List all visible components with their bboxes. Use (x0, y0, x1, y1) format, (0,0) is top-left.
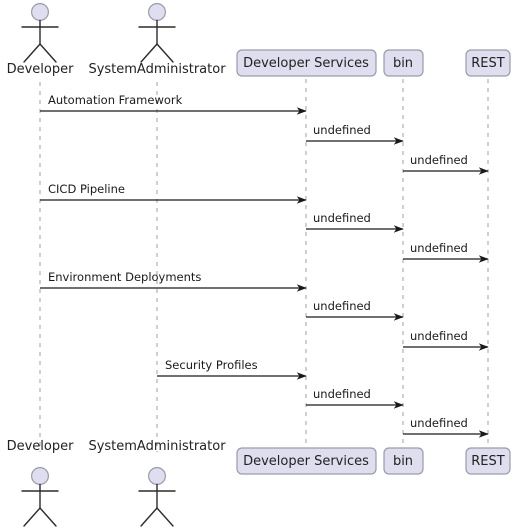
sequence-diagram-canvas: Developer Developer SystemAdministrator Sys… (7, 3, 511, 527)
actor-leg-left (140, 43, 158, 63)
actor-leg-left (140, 507, 158, 527)
actor-leg-right (156, 507, 174, 527)
message-label: Environment Deployments (48, 270, 201, 284)
participant-label-bin: bin (393, 56, 413, 71)
message-label: undefined (410, 153, 468, 167)
message-label: undefined (410, 416, 468, 430)
message-label: undefined (313, 387, 371, 401)
actor-head-icon (148, 3, 167, 21)
message-2: undefined (403, 153, 489, 175)
actor-systemadministrator-bottom: SystemAdministrator (88, 439, 226, 527)
participants-layer: Developer Developer SystemAdministrator Sys… (7, 3, 511, 527)
message-1: undefined (306, 123, 404, 145)
actor-developer-top: Developer (7, 3, 75, 77)
participant-label-rest: REST (471, 454, 504, 469)
message-label: Security Profiles (165, 358, 258, 372)
message-3: CICD Pipeline (40, 182, 307, 204)
sequence-diagram: Developer Developer SystemAdministrator Sys… (0, 0, 513, 530)
participant-rest-top[interactable]: REST (465, 49, 511, 77)
message-7: undefined (306, 299, 404, 321)
message-label: undefined (313, 299, 371, 313)
actor-head-icon (148, 467, 167, 486)
lifelines-layer (39, 70, 489, 452)
actor-leg-right (156, 43, 174, 63)
participant-rest-bottom[interactable]: REST (465, 447, 511, 475)
actor-head-icon (31, 467, 49, 486)
message-9: Security Profiles (157, 358, 307, 380)
message-label: undefined (410, 241, 468, 255)
participant-label-rest: REST (471, 56, 504, 71)
message-6: Environment Deployments (40, 270, 307, 292)
message-0: Automation Framework (40, 93, 307, 115)
actor-systemadministrator-top: SystemAdministrator (88, 3, 226, 77)
participant-label-developerservices: Developer Services (243, 56, 369, 71)
message-5: undefined (403, 241, 489, 263)
participant-label-developerservices: Developer Services (243, 454, 369, 469)
message-8: undefined (403, 329, 489, 351)
actor-leg-left (23, 43, 41, 63)
message-label: undefined (313, 123, 371, 137)
message-11: undefined (403, 416, 489, 438)
actor-head-icon (31, 3, 49, 21)
message-4: undefined (306, 211, 404, 233)
actor-label-systemadministrator: SystemAdministrator (88, 62, 226, 77)
message-label: CICD Pipeline (48, 182, 125, 196)
actor-label-systemadministrator: SystemAdministrator (88, 439, 226, 454)
participant-label-bin: bin (393, 454, 413, 469)
participant-developerservices-top[interactable]: Developer Services (236, 49, 377, 77)
message-10: undefined (306, 387, 404, 409)
actor-leg-right (39, 43, 57, 63)
message-label: undefined (410, 329, 468, 343)
message-label: undefined (313, 211, 371, 225)
messages-layer: Automation Framework undefined undefined CI… (40, 93, 489, 438)
message-label: Automation Framework (48, 93, 183, 107)
actor-developer-bottom: Developer (7, 439, 75, 527)
actor-label-developer: Developer (7, 439, 75, 454)
actor-leg-right (39, 507, 57, 527)
participant-bin-top[interactable]: bin (383, 49, 424, 77)
actor-leg-left (23, 507, 41, 527)
participant-bin-bottom[interactable]: bin (383, 447, 424, 475)
actor-label-developer: Developer (7, 62, 75, 77)
participant-developerservices-bottom[interactable]: Developer Services (236, 447, 377, 475)
